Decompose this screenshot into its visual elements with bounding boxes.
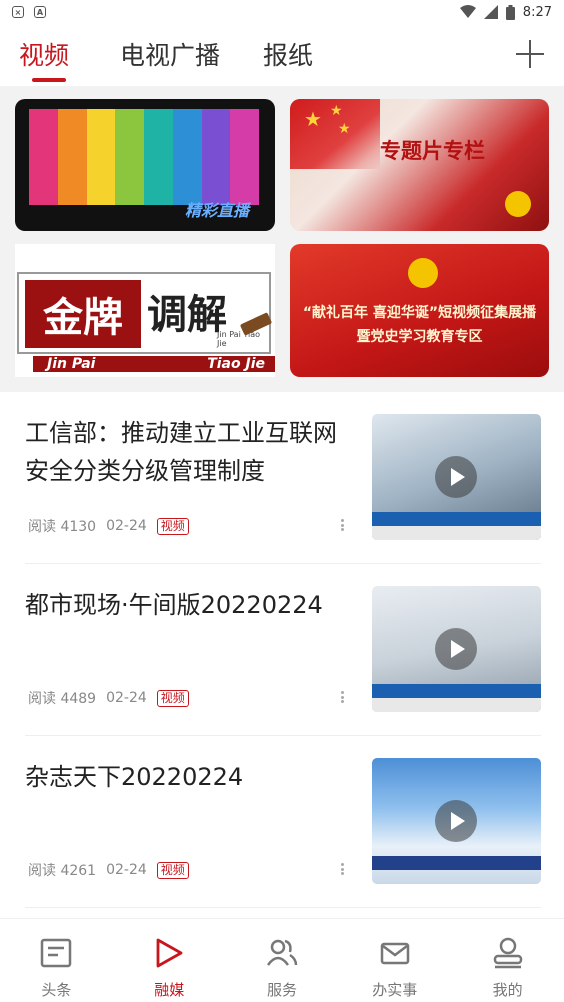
banner-live[interactable]: 精彩直播 bbox=[15, 99, 275, 231]
mediation-logo-black: 调解 bbox=[147, 291, 227, 338]
news-icon bbox=[41, 938, 72, 968]
mediation-pinyin-bar: Jin Pai Tiao Jie bbox=[33, 356, 275, 372]
news-item[interactable]: 都市现场·午间版20220224 阅读 4489 02-24 视频 bbox=[0, 564, 564, 736]
nav-label: 办实事 bbox=[372, 981, 418, 999]
status-time: 8:27 bbox=[522, 4, 552, 20]
tab-tv-broadcast[interactable]: 电视广播 bbox=[120, 36, 220, 72]
mediation-logo: 金牌 调解 Jin Pai Tiao Jie bbox=[17, 272, 273, 354]
nav-label: 我的 bbox=[492, 981, 523, 999]
banner-live-caption: 精彩直播 bbox=[184, 201, 249, 220]
news-meta: 阅读 4489 02-24 视频 bbox=[28, 688, 189, 708]
banner-documentary-caption: 专题片专栏 bbox=[380, 138, 485, 163]
news-thumbnail bbox=[372, 758, 541, 884]
party-emblem-icon bbox=[408, 258, 438, 288]
mediation-logo-red: 金牌 bbox=[25, 280, 141, 348]
play-icon[interactable] bbox=[435, 628, 477, 670]
news-item[interactable]: 工信部：推动建立工业互联网安全分类分级管理制度 阅读 4130 02-24 视频 bbox=[0, 392, 564, 564]
video-badge: 视频 bbox=[156, 517, 189, 535]
more-icon[interactable] bbox=[338, 688, 346, 706]
video-badge: 视频 bbox=[156, 689, 189, 707]
thumbnail-caption-bar bbox=[372, 526, 541, 540]
wifi-icon bbox=[459, 5, 476, 18]
play-icon[interactable] bbox=[435, 800, 477, 842]
users-icon bbox=[266, 939, 298, 966]
play-icon bbox=[156, 938, 183, 968]
news-title: 工信部：推动建立工业互联网安全分类分级管理制度 bbox=[25, 419, 337, 485]
news-date: 02-24 bbox=[106, 690, 147, 706]
status-bar: × A 8:27 bbox=[0, 0, 564, 24]
nav-headlines[interactable]: 头条 bbox=[0, 919, 113, 1002]
nav-services[interactable]: 服务 bbox=[226, 919, 339, 1002]
signal-icon bbox=[483, 5, 498, 19]
news-item[interactable]: 杂志天下20220224 阅读 4261 02-24 视频 bbox=[0, 736, 564, 908]
news-title: 杂志天下20220224 bbox=[25, 763, 244, 791]
nav-affairs[interactable]: 办实事 bbox=[338, 919, 451, 1002]
video-badge: 视频 bbox=[156, 861, 189, 879]
divider bbox=[25, 907, 541, 908]
battery-icon bbox=[505, 4, 515, 20]
nav-label: 服务 bbox=[266, 981, 297, 999]
nav-media[interactable]: 融媒 bbox=[113, 919, 226, 1002]
read-count: 阅读 4130 bbox=[28, 519, 97, 535]
thumbnail-caption-bar bbox=[372, 512, 541, 526]
more-icon[interactable] bbox=[338, 516, 346, 534]
read-count: 阅读 4261 bbox=[28, 863, 97, 879]
star-icon: ★ bbox=[330, 103, 343, 119]
nav-profile[interactable]: 我的 bbox=[451, 919, 564, 1002]
a-icon: A bbox=[34, 6, 46, 18]
mediation-pinyin-left: Jin Pai bbox=[47, 356, 96, 372]
top-tabs: 视频 电视广播 报纸 bbox=[0, 30, 564, 86]
banner-mediation[interactable]: 金牌 调解 Jin Pai Tiao Jie Jin Pai Tiao Jie bbox=[15, 244, 275, 377]
star-icon: ★ bbox=[304, 107, 322, 131]
mail-icon bbox=[380, 942, 410, 965]
news-meta: 阅读 4130 02-24 视频 bbox=[28, 516, 189, 536]
active-tab-indicator bbox=[32, 78, 66, 82]
banner-party-history[interactable]: “献礼百年 喜迎华诞”短视频征集展播 暨党史学习教育专区 bbox=[290, 244, 549, 377]
banner-party-history-line1: “献礼百年 喜迎华诞”短视频征集展播 bbox=[302, 305, 537, 321]
profile-icon bbox=[493, 937, 522, 969]
news-meta: 阅读 4261 02-24 视频 bbox=[28, 860, 189, 880]
news-date: 02-24 bbox=[106, 862, 147, 878]
thumbnail-caption-bar bbox=[372, 698, 541, 712]
news-date: 02-24 bbox=[106, 518, 147, 534]
banner-area: 精彩直播 ★ ★ ★ 专题片专栏 金牌 调解 Jin Pai Tiao Jie … bbox=[0, 86, 564, 392]
party-emblem-icon bbox=[505, 191, 531, 217]
tab-video[interactable]: 视频 bbox=[19, 36, 69, 72]
status-right: 8:27 bbox=[459, 4, 552, 20]
bottom-nav: 头条 融媒 服务 办实事 我的 bbox=[0, 918, 564, 1002]
news-title: 都市现场·午间版20220224 bbox=[25, 591, 323, 619]
thumbnail-caption-bar bbox=[372, 856, 541, 870]
play-icon[interactable] bbox=[435, 456, 477, 498]
mediation-pinyin-right: Tiao Jie bbox=[207, 356, 265, 372]
tab-newspaper[interactable]: 报纸 bbox=[263, 36, 313, 72]
plus-icon[interactable] bbox=[516, 40, 544, 68]
status-left: × A bbox=[12, 6, 46, 18]
nav-label: 融媒 bbox=[154, 981, 185, 999]
live-banner-graphic bbox=[29, 109, 259, 205]
read-count: 阅读 4489 bbox=[28, 691, 97, 707]
news-thumbnail bbox=[372, 586, 541, 712]
banner-documentary[interactable]: ★ ★ ★ 专题片专栏 bbox=[290, 99, 549, 231]
close-icon: × bbox=[12, 6, 24, 18]
nav-label: 头条 bbox=[41, 981, 72, 999]
star-icon: ★ bbox=[338, 121, 351, 137]
banner-party-history-line2: 暨党史学习教育专区 bbox=[356, 329, 483, 345]
news-thumbnail bbox=[372, 414, 541, 540]
more-icon[interactable] bbox=[338, 860, 346, 878]
thumbnail-caption-bar bbox=[372, 684, 541, 698]
